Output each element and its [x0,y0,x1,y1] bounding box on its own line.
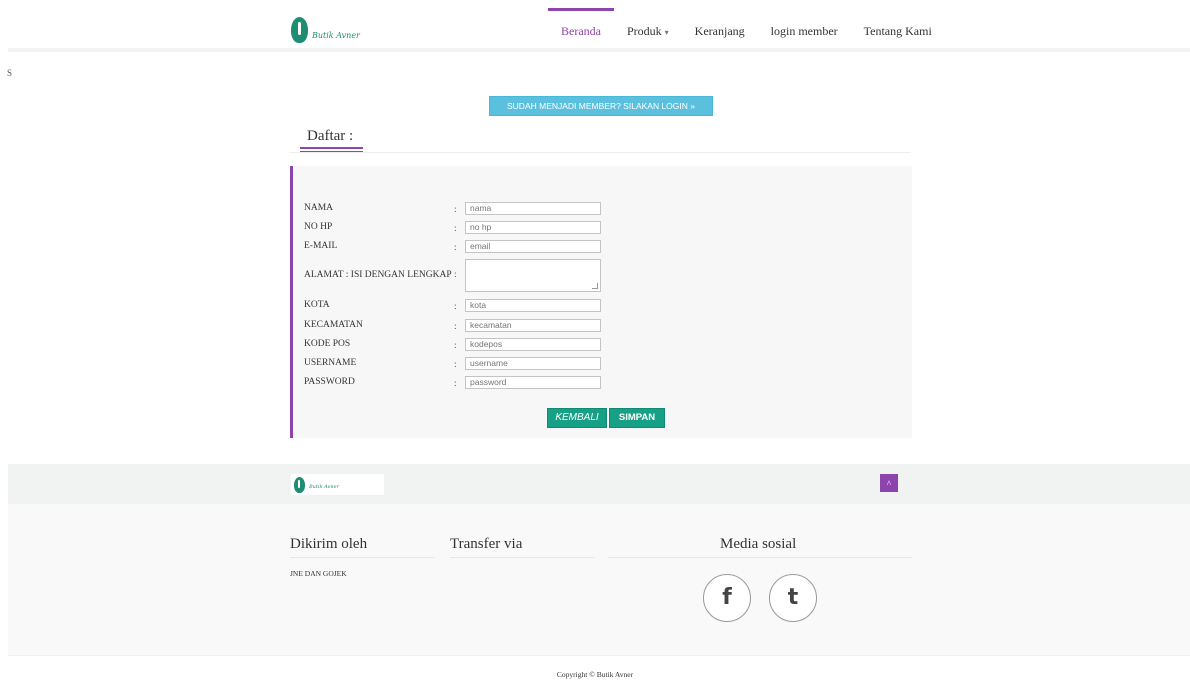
field-colon: : [454,205,457,215]
social-divider [608,557,912,558]
field-colon: : [454,224,457,234]
caret-down-icon: ▾ [664,28,669,37]
nav-item-login-member[interactable]: login member [758,0,851,52]
transfer-title: Transfer via [450,536,523,552]
facebook-icon: f [722,585,732,610]
copyright-text: Copyright © Butik Avner [556,670,634,679]
footer-bar: Butik Avner ^ [8,464,1190,504]
stray-text: S [7,68,13,78]
email-input[interactable] [465,239,601,253]
nav-label: Produk [626,24,662,38]
butik-logo-icon [294,476,305,493]
field-colon: : [454,243,457,253]
transfer-divider [450,557,595,558]
field-colon: : [454,379,457,389]
butik-logo-icon [291,17,308,43]
tumblr-link[interactable]: t [769,574,817,622]
field-colon: : [454,302,457,312]
brand-logo-text: Butik Avner [312,30,360,40]
kode-pos-input[interactable] [465,337,601,351]
field-colon: : [454,270,457,280]
facebook-link[interactable]: f [703,574,751,622]
tumblr-icon: t [787,585,799,610]
form-row-password: PASSWORD : [304,374,601,390]
social-title: Media sosial [720,536,797,552]
alamat-textarea[interactable] [465,258,601,292]
kembali-button[interactable]: KEMBALI [547,408,607,428]
footer-logo-text: Butik Avner [309,484,339,490]
navbar: Butik Avner Beranda Produk ▾ Keranjang lo… [8,0,1190,52]
field-label: USERNAME [304,358,357,368]
no-hp-input[interactable] [465,220,601,234]
footer-logo[interactable]: Butik Avner [291,474,384,495]
shipping-divider [290,557,435,558]
password-input[interactable] [465,375,601,389]
field-colon: : [454,360,457,370]
field-label: KECAMATAN [304,320,363,330]
title-divider [289,152,911,153]
field-label: E-MAIL [304,241,338,251]
field-colon: : [454,341,457,351]
nav-item-tentang-kami[interactable]: Tentang Kami [851,0,945,52]
form-row-kecamatan: KECAMATAN : [304,317,601,333]
brand-logo[interactable]: Butik Avner [291,14,371,46]
kota-input[interactable] [465,298,601,312]
nav-label: Beranda [561,24,601,38]
form-row-kode-pos: KODE POS : [304,336,601,352]
shipping-title: Dikirim oleh [290,536,368,552]
field-colon: : [454,322,457,332]
kecamatan-input[interactable] [465,318,601,332]
login-member-button[interactable]: SUDAH MENJADI MEMBER? SILAKAN LOGIN » [489,96,713,116]
chevron-up-icon: ^ [886,479,892,489]
field-label: KOTA [304,300,330,310]
shipping-text: JNE DAN GOJEK [290,569,347,578]
nav-label: Tentang Kami [863,24,932,38]
registration-form: NAMA : NO HP : E-MAIL : ALAMAT : ISI DEN… [290,166,912,438]
field-label: NAMA [304,203,334,213]
form-row-nama: NAMA : [304,200,601,216]
form-row-username: USERNAME : [304,355,601,371]
scroll-to-top-button[interactable]: ^ [880,474,898,492]
nav-item-produk[interactable]: Produk ▾ [614,0,682,52]
form-row-kota: KOTA : [304,297,601,313]
field-label: KODE POS [304,339,351,349]
simpan-button[interactable]: SIMPAN [609,408,665,428]
username-input[interactable] [465,356,601,370]
form-title: Daftar : [307,128,354,144]
nav-label: Keranjang [694,24,745,38]
form-row-no-hp: NO HP : [304,219,601,235]
field-label: NO HP [304,222,333,232]
nav-item-keranjang[interactable]: Keranjang [682,0,758,52]
field-label: ALAMAT : ISI DENGAN LENGKAP [304,270,452,280]
field-label: PASSWORD [304,377,355,387]
nav-label: login member [770,24,838,38]
form-row-email: E-MAIL : [304,238,601,254]
nav-item-beranda[interactable]: Beranda [548,0,614,52]
nama-input[interactable] [465,201,601,215]
footer-main: Dikirim oleh JNE DAN GOJEK Transfer via … [8,504,1190,656]
form-row-alamat: ALAMAT : ISI DENGAN LENGKAP : [304,258,601,292]
main-nav: Beranda Produk ▾ Keranjang login member T… [548,0,945,52]
